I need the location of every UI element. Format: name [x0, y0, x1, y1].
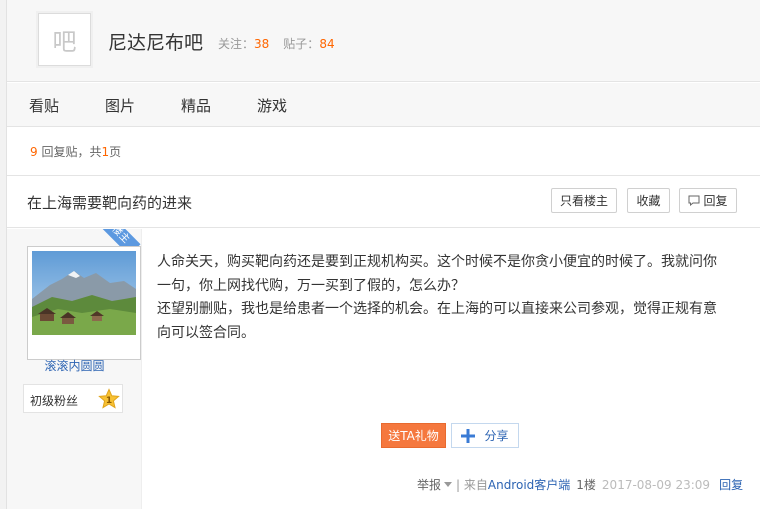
- only-op-button[interactable]: 只看楼主: [551, 188, 617, 213]
- share-button[interactable]: 分享: [451, 423, 519, 448]
- reply-button-label: 回复: [703, 194, 728, 208]
- level-star-icon: 1: [98, 388, 120, 409]
- reply-button[interactable]: 回复: [679, 188, 737, 213]
- author-avatar[interactable]: [27, 246, 141, 360]
- post-reply-link[interactable]: 回复: [719, 476, 743, 493]
- reply-count: 9 回复贴，共1页: [30, 143, 121, 160]
- forum-nav: 看贴 图片 精品 游戏: [7, 83, 760, 127]
- plus-icon: [461, 428, 476, 443]
- post-footer: 举报 | 来自 Android客户端 1楼 2017-08-09 23:09 回…: [417, 476, 743, 493]
- author-name[interactable]: 滚滚内圆圆: [7, 357, 141, 374]
- author-column: 楼主 滚滚内圆圆 初级粉丝 1: [7, 229, 142, 509]
- from-prefix: | 来自: [456, 478, 488, 492]
- level-star-number: 1: [106, 396, 112, 406]
- forum-stats: 关注：38 贴子：84: [218, 35, 335, 52]
- author-avatar-image: [32, 251, 136, 335]
- report-label: 举报: [417, 478, 442, 492]
- tab-featured[interactable]: 精品: [181, 95, 211, 116]
- tab-images[interactable]: 图片: [105, 95, 135, 116]
- floor-number: 1楼: [576, 478, 596, 492]
- forum-avatar[interactable]: 吧: [38, 13, 91, 66]
- posts-count: 84: [319, 37, 335, 51]
- follow-count: 38: [254, 37, 270, 51]
- reply-number: 9: [30, 145, 38, 159]
- tab-view-posts[interactable]: 看贴: [29, 95, 59, 116]
- follow-label: 关注：: [218, 37, 255, 51]
- content-line: 向可以签合同。: [157, 324, 255, 341]
- client-link[interactable]: Android客户端: [488, 476, 570, 493]
- forum-header: 吧 尼达尼布吧 关注：38 贴子：84: [7, 0, 760, 82]
- content-line: 一句，你上网找代购，万一买到了假的，怎么办？: [157, 277, 465, 294]
- collect-button[interactable]: 收藏: [627, 188, 670, 213]
- forum-name[interactable]: 尼达尼布吧: [108, 28, 203, 55]
- forum-avatar-glyph: 吧: [52, 28, 77, 56]
- thread-title: 在上海需要靶向药的进来: [27, 194, 193, 212]
- reply-text: 回复贴，共: [37, 145, 102, 159]
- share-label: 分享: [484, 429, 509, 443]
- page-suffix: 页: [109, 145, 122, 159]
- page-number: 1: [101, 145, 110, 159]
- content-line: 还望别删贴，我也是给患者一个选择的机会。在上海的可以直接来公司参观，觉得正规有意: [157, 301, 717, 317]
- report-button[interactable]: 举报: [417, 476, 456, 493]
- post-floor-1: 楼主 滚滚内圆圆 初级粉丝 1 人命关天，购买靶向药还是要到正规机构买。这个时候…: [7, 229, 760, 509]
- fan-level-label: 初级粉丝: [30, 394, 79, 408]
- content-line: 人命关天，购买靶向药还是要到正规机构买。这个时候不是你贪小便宜的时候了。我就问你: [157, 254, 717, 270]
- posts-label: 贴子：: [283, 37, 320, 51]
- send-gift-button[interactable]: 送TA礼物: [381, 423, 446, 448]
- chevron-down-icon: [444, 482, 453, 487]
- tab-games[interactable]: 游戏: [257, 95, 287, 116]
- fan-level-badge[interactable]: 初级粉丝 1: [23, 384, 123, 413]
- thread-title-bar: 在上海需要靶向药的进来 只看楼主 收藏 回复: [7, 175, 760, 228]
- post-date: 2017-08-09 23:09: [601, 477, 711, 492]
- page: 吧 尼达尼布吧 关注：38 贴子：84 看贴 图片 精品 游戏 9 回复贴，共1页…: [6, 0, 760, 509]
- post-content: 人命关天，购买靶向药还是要到正规机构买。这个时候不是你贪小便宜的时候了。我就问你…: [157, 251, 747, 345]
- comment-icon: [688, 195, 700, 206]
